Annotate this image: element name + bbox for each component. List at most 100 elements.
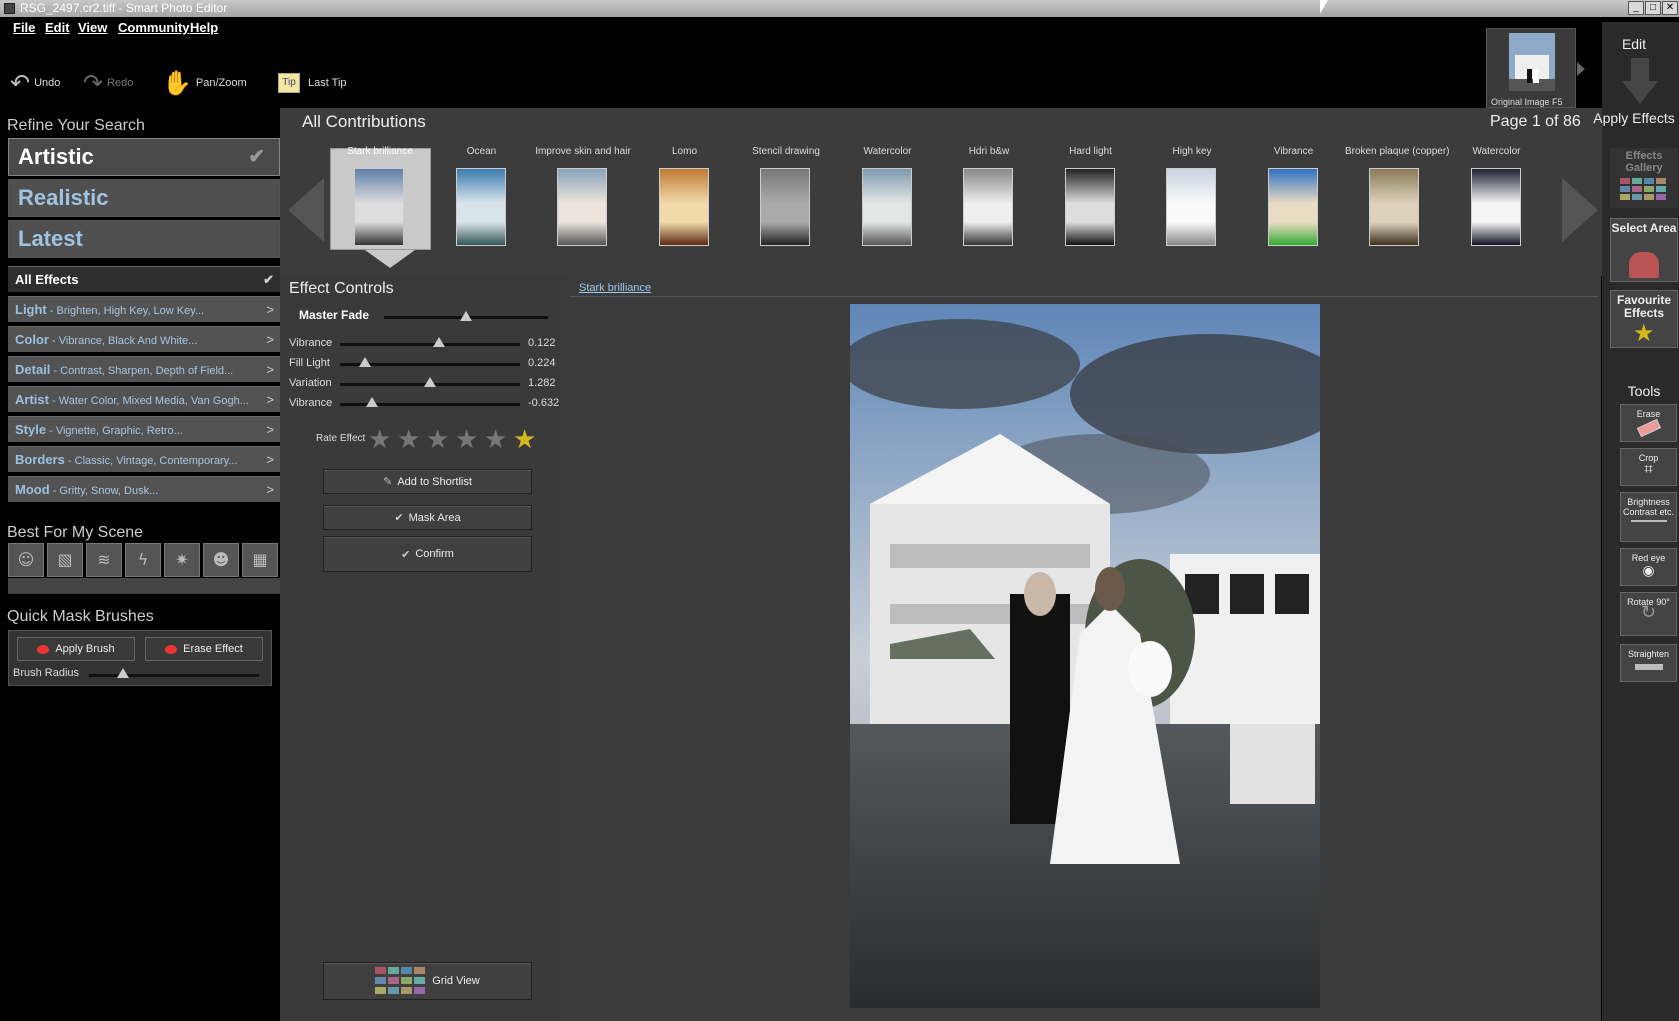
effect-thumbnail[interactable] bbox=[1267, 168, 1318, 246]
slider-label: Vibrance bbox=[289, 337, 333, 349]
rotate-tool[interactable]: Rotate 90° ↻ bbox=[1620, 592, 1677, 636]
scene-lightning-icon[interactable]: ϟ bbox=[125, 543, 161, 577]
add-to-shortlist-button[interactable]: ✎ Add to Shortlist bbox=[323, 469, 532, 494]
category-style[interactable]: Style - Vignette, Graphic, Retro... > bbox=[8, 416, 280, 442]
chevron-right-icon: > bbox=[266, 392, 274, 407]
effect-thumbnail[interactable] bbox=[1369, 168, 1419, 246]
menu-edit[interactable]: Edit bbox=[45, 20, 70, 35]
effect-thumbnail[interactable] bbox=[1166, 168, 1216, 246]
category-artist[interactable]: Artist - Water Color, Mixed Media, Van G… bbox=[8, 386, 280, 412]
rating-star-icon[interactable]: ★ bbox=[513, 425, 536, 455]
slider-knob[interactable] bbox=[433, 337, 445, 347]
master-fade-label: Master Fade bbox=[299, 308, 370, 322]
erase-effect-button[interactable]: Erase Effect bbox=[145, 637, 263, 661]
brush-radius-slider[interactable] bbox=[89, 674, 259, 677]
category-detail[interactable]: Detail - Contrast, Sharpen, Depth of Fie… bbox=[8, 356, 280, 382]
scene-portrait-icon[interactable]: ☺ bbox=[8, 543, 44, 577]
effect-name-link[interactable]: Stark brilliance bbox=[579, 282, 651, 294]
mode-latest[interactable]: Latest bbox=[8, 220, 280, 258]
brush-radius-knob[interactable] bbox=[117, 668, 129, 678]
menu-file[interactable]: File bbox=[13, 20, 35, 35]
slider-value: 0.122 bbox=[528, 337, 556, 349]
person-icon bbox=[1629, 252, 1659, 278]
check-icon: ✔ bbox=[248, 146, 265, 168]
original-image-button[interactable]: Original Image F5 bbox=[1486, 28, 1576, 108]
scene-group-icon[interactable]: ☻ bbox=[203, 543, 239, 577]
prev-page-icon[interactable] bbox=[288, 178, 324, 242]
pan-zoom-button[interactable]: ✋ Pan/Zoom bbox=[162, 68, 247, 98]
grid-view-button[interactable]: Grid View bbox=[323, 962, 532, 1000]
slider-knob[interactable] bbox=[359, 357, 372, 367]
effect-thumb-label: High key bbox=[1172, 146, 1212, 157]
contributions-title: All Contributions bbox=[302, 112, 426, 131]
last-tip-button[interactable]: Tip Last Tip bbox=[278, 68, 347, 98]
main-photo[interactable] bbox=[850, 304, 1320, 1008]
edit-label: Edit bbox=[1621, 36, 1647, 52]
effect-thumbnail[interactable] bbox=[760, 168, 810, 246]
scene-landscape-icon[interactable]: ▧ bbox=[47, 543, 83, 577]
effect-thumbnail[interactable] bbox=[557, 168, 607, 246]
crop-tool[interactable]: Crop ⌗ bbox=[1620, 448, 1677, 486]
undo-button[interactable]: ↶ Undo bbox=[10, 68, 60, 98]
apply-brush-button[interactable]: Apply Brush bbox=[17, 637, 135, 661]
rating-star-icon[interactable]: ★ bbox=[455, 425, 478, 455]
scene-night-icon[interactable]: ✷ bbox=[164, 543, 200, 577]
mode-realistic[interactable]: Realistic bbox=[8, 179, 280, 217]
erase-tool[interactable]: Erase bbox=[1620, 404, 1677, 442]
selected-pointer-icon bbox=[365, 250, 415, 268]
brightness-contrast-tool[interactable]: Brightness Contrast etc. bbox=[1620, 492, 1677, 542]
viewer-divider bbox=[570, 296, 1598, 297]
mask-area-button[interactable]: ✔ Mask Area bbox=[323, 505, 532, 530]
effect-thumbnail[interactable] bbox=[1470, 168, 1521, 246]
slider-knob[interactable] bbox=[366, 397, 379, 407]
effect-thumbnail[interactable] bbox=[861, 168, 912, 246]
category-mood[interactable]: Mood - Gritty, Snow, Dusk... > bbox=[8, 476, 280, 502]
slider-knob[interactable] bbox=[424, 377, 436, 387]
maximize-button[interactable]: □ bbox=[1645, 1, 1661, 15]
all-effects-item[interactable]: All Effects ✔ bbox=[8, 266, 280, 292]
redo-button[interactable]: ↷ Redo bbox=[83, 68, 133, 98]
gallery-grid-icon bbox=[1620, 178, 1666, 200]
master-fade-knob[interactable] bbox=[460, 311, 472, 321]
effect-thumbnail[interactable] bbox=[963, 168, 1013, 246]
crop-icon: ⌗ bbox=[1643, 461, 1653, 478]
menu-view[interactable]: View bbox=[78, 20, 107, 35]
menu-community[interactable]: Community bbox=[118, 20, 190, 35]
minimize-button[interactable]: _ bbox=[1628, 1, 1644, 15]
scene-architecture-icon[interactable]: ▦ bbox=[242, 543, 278, 577]
straighten-tool[interactable]: Straighten bbox=[1620, 644, 1677, 682]
close-button[interactable]: ✕ bbox=[1662, 1, 1678, 15]
category-light[interactable]: Light - Brighten, High Key, Low Key... > bbox=[8, 296, 280, 322]
slider-value: 0.224 bbox=[528, 357, 556, 369]
rating-star-icon[interactable]: ★ bbox=[397, 425, 420, 455]
rating-star-icon[interactable]: ★ bbox=[484, 425, 507, 455]
slider-value: -0.632 bbox=[528, 397, 560, 409]
next-page-icon[interactable] bbox=[1562, 178, 1598, 242]
category-borders[interactable]: Borders - Classic, Vintage, Contemporary… bbox=[8, 446, 280, 472]
rating-star-icon[interactable]: ★ bbox=[426, 425, 449, 455]
red-eye-tool[interactable]: Red eye ◉ bbox=[1620, 548, 1677, 586]
confirm-button[interactable]: ✔ Confirm bbox=[323, 536, 532, 572]
effect-thumbnail[interactable] bbox=[354, 168, 404, 246]
pin-icon: ✎ bbox=[383, 476, 393, 488]
mask-panel: Apply Brush Erase Effect Brush Radius bbox=[8, 630, 272, 686]
scene-water-icon[interactable]: ≋ bbox=[86, 543, 122, 577]
redo-icon: ↷ bbox=[83, 69, 104, 97]
category-color[interactable]: Color - Vibrance, Black And White... > bbox=[8, 326, 280, 352]
app-icon bbox=[4, 3, 15, 14]
select-area-button[interactable]: Select Area bbox=[1610, 218, 1678, 282]
mode-artistic[interactable]: Artistic ✔ bbox=[8, 138, 280, 176]
refine-title: Refine Your Search bbox=[7, 117, 145, 134]
original-thumb bbox=[1509, 33, 1555, 91]
rating-star-icon[interactable]: ★ bbox=[368, 425, 391, 455]
menu-help[interactable]: Help bbox=[190, 20, 218, 35]
apply-effects-label[interactable]: Apply Effects bbox=[1592, 110, 1676, 126]
effect-thumbnail[interactable] bbox=[658, 168, 709, 246]
effect-thumbnail[interactable] bbox=[1064, 168, 1115, 246]
effect-thumb-label: Stark brilliance bbox=[347, 146, 413, 157]
favourite-effects-button[interactable]: Favourite Effects ★ bbox=[1610, 290, 1678, 348]
effects-gallery-button[interactable]: Effects Gallery bbox=[1610, 148, 1678, 208]
effect-thumbnail[interactable] bbox=[455, 168, 506, 246]
slider-label: Fill Light bbox=[289, 357, 330, 369]
effect-slider[interactable] bbox=[340, 343, 520, 346]
